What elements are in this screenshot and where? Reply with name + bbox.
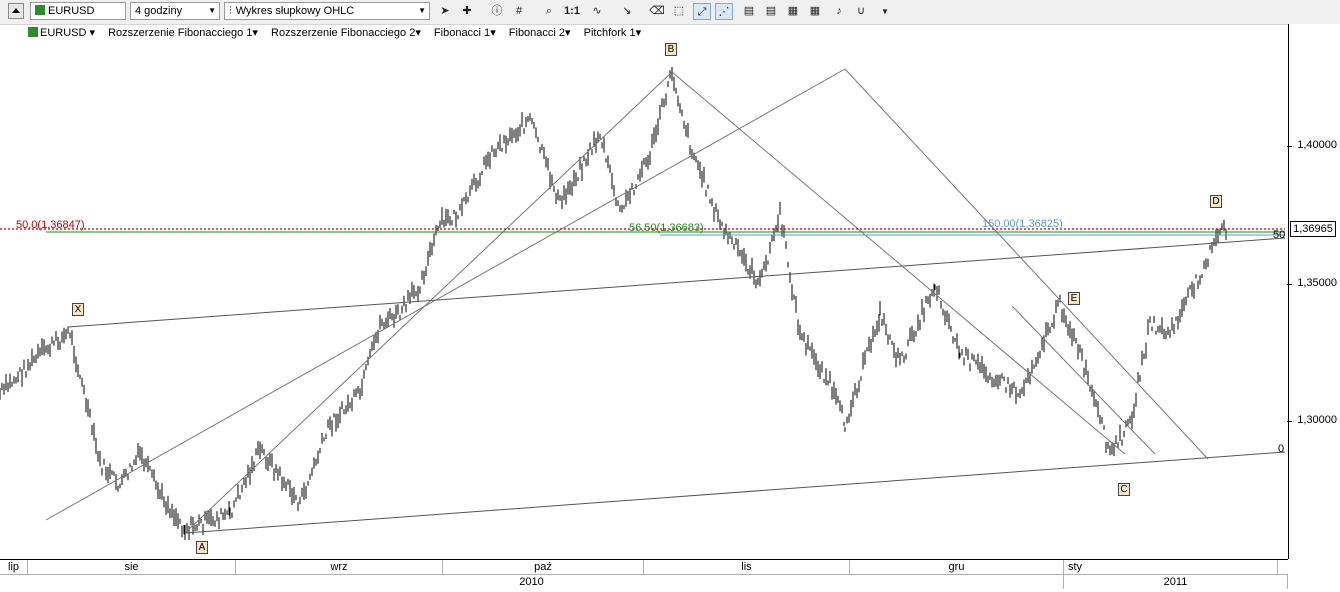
ohlc-bars (0, 67, 1227, 541)
month-label: gru (850, 560, 1064, 574)
level-0-label: 0 (1278, 443, 1285, 455)
fib-icon[interactable]: ⋰ (715, 3, 733, 20)
wave-label-c[interactable]: C (1118, 483, 1130, 496)
toolbar: EURUSD 4 godziny ▼ ⫶ Wykres słupkowy OHLC… (0, 0, 1340, 25)
channel-upper-line (67, 237, 1286, 328)
year-row: 2010 2011 (0, 575, 1288, 589)
chevron-down-icon: ▼ (208, 6, 216, 15)
month-label: sty (1064, 560, 1278, 574)
info-icon[interactable]: ⓘ (488, 3, 506, 20)
grid-icon[interactable]: # (510, 3, 528, 20)
year-label: 2011 (1064, 575, 1288, 589)
wave-label-e[interactable]: E (1068, 292, 1080, 305)
month-label: lis (644, 560, 850, 574)
month-label: lip (0, 560, 28, 574)
month-row: lip sie wrz paź lis gru sty (0, 560, 1288, 575)
timeframe-select[interactable]: 4 godziny ▼ (130, 2, 220, 20)
price-axis[interactable]: 1,40000 1,35000 1,30000 (1287, 24, 1340, 559)
zoom-icon[interactable]: ⌕ (540, 3, 558, 20)
crosshair-icon[interactable]: ✚ (458, 3, 476, 20)
template-icon[interactable]: ▦ (784, 3, 802, 20)
fib-red-label: 50,0(1,36847) (16, 219, 85, 231)
chart-area[interactable]: 50,0(1,36847) 56,50(1,36683) 150,00(1,36… (0, 24, 1288, 559)
wave-bc-line (671, 71, 1126, 455)
template-icon[interactable]: ▦ (806, 3, 824, 20)
fib-extension-line (45, 68, 846, 521)
level-50-label: 50 (1273, 229, 1286, 241)
eraser-icon[interactable]: ⌫ (648, 3, 666, 20)
time-axis[interactable]: lip sie wrz paź lis gru sty 2010 2011 (0, 559, 1288, 592)
month-label: sie (28, 560, 236, 574)
current-price-marker: 1,36965 (1290, 221, 1336, 237)
collapse-toolbar-button[interactable] (8, 3, 24, 19)
year-label: 2010 (0, 575, 1064, 589)
chevron-down-icon: ▼ (418, 6, 426, 15)
template-icon[interactable]: ▤ (762, 3, 780, 20)
chevron-down-icon[interactable]: ▼ (876, 3, 894, 20)
pitchfork-line (1011, 305, 1156, 455)
indicator-icon[interactable]: ∿ (588, 3, 606, 20)
wave-label-b[interactable]: B (665, 43, 677, 56)
price-tick-label: 1,30000 (1287, 414, 1337, 426)
wave-label-d[interactable]: D (1210, 195, 1222, 208)
chart-type-select-value: Wykres słupkowy OHLC (235, 5, 355, 17)
wave-ab-line (184, 71, 673, 534)
timeframe-select-value: 4 godziny (135, 5, 183, 17)
template-icon[interactable]: ▤ (740, 3, 758, 20)
cursor-icon[interactable]: ➤ (436, 3, 454, 20)
chart-type-select[interactable]: ⫶ Wykres słupkowy OHLC ▼ (224, 2, 430, 20)
magnet-icon[interactable]: ∪ (852, 3, 870, 20)
zoom-ratio-button[interactable]: 1:1 (562, 3, 582, 20)
symbol-select-value: EURUSD (48, 5, 95, 17)
object-icon[interactable]: ⬚ (670, 3, 688, 20)
symbol-select[interactable]: EURUSD (30, 2, 126, 20)
bar-chart-icon: ⫶ (229, 5, 232, 17)
wave-label-x[interactable]: X (72, 303, 84, 316)
price-tick-label: 1,40000 (1287, 139, 1337, 151)
month-label: paź (443, 560, 644, 574)
price-chart[interactable] (0, 24, 1288, 559)
line-tool-icon[interactable]: ↘ (618, 3, 636, 20)
fib-green-label: 56,50(1,36683) (629, 222, 704, 234)
symbol-icon (35, 5, 45, 15)
month-label: wrz (236, 560, 443, 574)
alert-icon[interactable]: ♪ (830, 3, 848, 20)
price-tick-label: 1,35000 (1287, 277, 1337, 289)
move-icon[interactable]: ⤢ (693, 3, 711, 20)
wave-label-a[interactable]: A (196, 541, 208, 554)
fib-blue-label: 150,00(1,36825) (982, 218, 1063, 230)
